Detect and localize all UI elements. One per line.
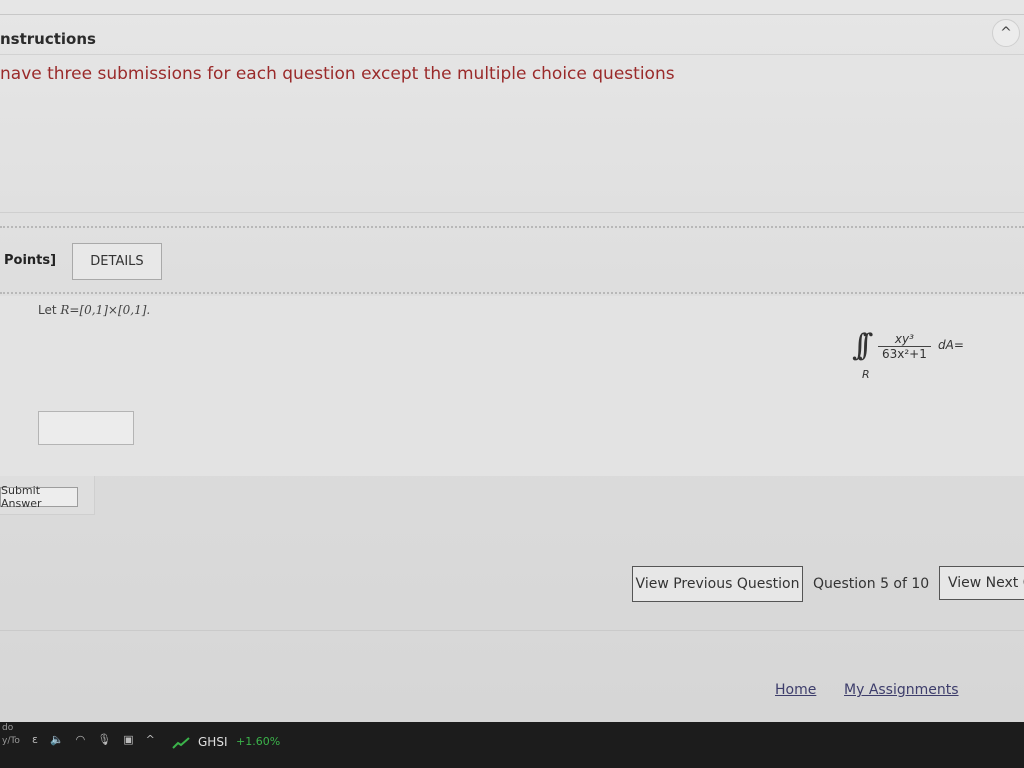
integrand-fraction: xy³ 63x²+1 bbox=[878, 332, 931, 361]
view-next-question-button[interactable]: View Next Q bbox=[939, 566, 1024, 600]
region-set: R=[0,1]×[0,1]. bbox=[60, 303, 151, 317]
chevron-up-icon[interactable]: ^ bbox=[146, 733, 167, 746]
instructions-divider bbox=[0, 54, 1024, 55]
dotted-divider-bottom bbox=[0, 292, 1024, 294]
instructions-title: nstructions bbox=[0, 30, 96, 48]
camera-icon[interactable]: ▣ bbox=[123, 733, 145, 746]
answer-input[interactable] bbox=[38, 411, 134, 445]
region-label: R bbox=[862, 368, 870, 381]
speaker-icon[interactable]: 🔈 bbox=[50, 733, 76, 746]
stock-change: +1.60% bbox=[236, 735, 281, 748]
system-tray: ɛ🔈◠🎙▣^ bbox=[32, 733, 167, 746]
submit-answer-button[interactable]: Submit Answer bbox=[0, 484, 78, 510]
mic-icon[interactable]: 🎙 bbox=[97, 733, 123, 746]
question-position: Question 5 of 10 bbox=[813, 576, 930, 592]
double-integral: ∫∫ xy³ 63x²+1 dA= R bbox=[852, 328, 972, 388]
stock-symbol[interactable]: GHSI bbox=[198, 735, 227, 749]
details-button[interactable]: DETAILS bbox=[72, 243, 162, 280]
page: ^ nstructions nave three submissions for… bbox=[0, 0, 1024, 722]
let-prefix: Let bbox=[38, 303, 61, 317]
footer-divider bbox=[0, 630, 1024, 631]
taskbar-line-1: do bbox=[2, 723, 14, 733]
home-link[interactable]: Home bbox=[775, 682, 816, 698]
taskbar-left-text: do y/To bbox=[0, 722, 20, 748]
instructions-text: nave three submissions for each question… bbox=[0, 64, 675, 84]
instructions-box-bottom bbox=[0, 212, 1024, 213]
denominator: 63x²+1 bbox=[882, 347, 927, 361]
tray-glyph[interactable]: ɛ bbox=[32, 733, 50, 746]
taskbar-line-2: y/To bbox=[2, 736, 20, 746]
integral-sign: ∫∫ bbox=[852, 328, 874, 363]
wifi-icon[interactable]: ◠ bbox=[76, 733, 98, 746]
top-divider bbox=[0, 14, 1024, 15]
collapse-chevron-icon[interactable]: ^ bbox=[992, 19, 1020, 47]
differential: dA= bbox=[938, 338, 964, 352]
region-definition: Let R=[0,1]×[0,1]. bbox=[38, 303, 150, 317]
points-label: Points] bbox=[4, 253, 57, 268]
numerator: xy³ bbox=[878, 332, 931, 347]
my-assignments-link[interactable]: My Assignments bbox=[844, 682, 959, 698]
taskbar: do y/To ɛ🔈◠🎙▣^ GHSI +1.60% bbox=[0, 722, 1024, 768]
dotted-divider-top bbox=[0, 226, 1024, 228]
view-previous-question-button[interactable]: View Previous Question bbox=[632, 566, 803, 602]
stock-trend-icon bbox=[172, 737, 190, 749]
